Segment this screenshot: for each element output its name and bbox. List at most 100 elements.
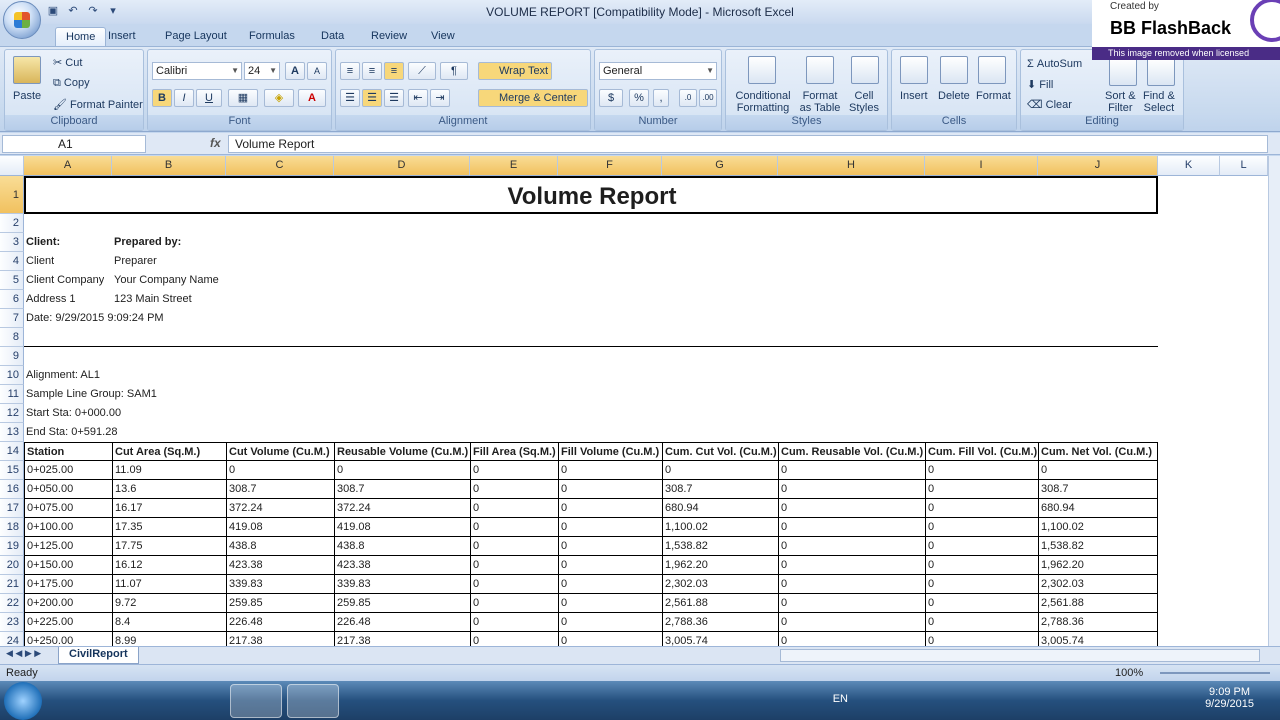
table-cell[interactable]: 0 (470, 480, 558, 499)
table-cell[interactable]: 226.48 (226, 613, 334, 632)
table-cell[interactable]: 680.94 (1038, 499, 1158, 518)
column-header-d[interactable]: D (334, 156, 470, 176)
row-header[interactable]: 23 (0, 613, 24, 632)
row-header[interactable]: 15 (0, 461, 24, 480)
paste-icon[interactable] (13, 56, 41, 84)
table-cell[interactable]: 0+050.00 (24, 480, 112, 499)
table-cell[interactable]: 2,561.88 (662, 594, 778, 613)
zoom-level[interactable]: 100% (1115, 667, 1143, 679)
table-cell[interactable]: 0 (558, 613, 662, 632)
name-box[interactable]: A1 (2, 135, 146, 153)
table-cell[interactable]: 259.85 (334, 594, 470, 613)
table-cell[interactable]: 372.24 (226, 499, 334, 518)
decrease-indent-icon[interactable]: ⇤ (408, 89, 428, 107)
row-header[interactable]: 5 (0, 271, 24, 290)
font-color-icon[interactable]: A (298, 89, 326, 107)
fill-color-icon[interactable]: ◈ (264, 89, 294, 107)
table-cell[interactable]: 11.09 (112, 461, 226, 480)
table-cell[interactable]: 0 (925, 594, 1038, 613)
alignment-value[interactable]: Alignment: AL1 (24, 366, 100, 385)
format-as-table-button[interactable]: Format as Table (796, 90, 844, 114)
sort-filter-icon[interactable] (1109, 58, 1137, 86)
table-cell[interactable]: 0 (558, 518, 662, 537)
table-cell[interactable]: 0 (778, 594, 925, 613)
table-cell[interactable]: 0 (558, 575, 662, 594)
table-cell[interactable]: 0 (662, 461, 778, 480)
zoom-slider[interactable] (1160, 672, 1270, 674)
decrease-decimal-icon[interactable]: .00 (699, 89, 717, 107)
table-cell[interactable]: 372.24 (334, 499, 470, 518)
table-cell[interactable]: 0 (925, 556, 1038, 575)
language-indicator[interactable]: EN (833, 693, 848, 705)
italic-icon[interactable]: I (174, 89, 194, 107)
table-cell[interactable]: 0 (470, 613, 558, 632)
table-cell[interactable]: 8.4 (112, 613, 226, 632)
fill-button[interactable]: ⬇ Fill (1027, 78, 1053, 91)
table-cell[interactable]: 3,005.74 (662, 632, 778, 646)
table-cell[interactable]: 11.07 (112, 575, 226, 594)
table-cell[interactable]: 438.8 (334, 537, 470, 556)
table-cell[interactable]: 0+025.00 (24, 461, 112, 480)
prepared-by-label[interactable]: Prepared by: (112, 233, 181, 252)
clock[interactable]: 9:09 PM 9/29/2015 (1205, 686, 1254, 710)
table-cell[interactable]: 339.83 (334, 575, 470, 594)
paste-button[interactable]: Paste (13, 90, 41, 102)
conditional-formatting-icon[interactable] (748, 56, 776, 84)
table-cell[interactable]: 308.7 (334, 480, 470, 499)
column-header-l[interactable]: L (1220, 156, 1268, 176)
clear-button[interactable]: ⌫ Clear (1027, 98, 1072, 111)
table-cell[interactable]: 0 (558, 594, 662, 613)
report-date[interactable]: Date: 9/29/2015 9:09:24 PM (24, 309, 164, 328)
cell-styles-icon[interactable] (851, 56, 879, 84)
row-header[interactable]: 24 (0, 632, 24, 646)
table-cell[interactable]: 0+100.00 (24, 518, 112, 537)
table-cell[interactable]: 1,962.20 (1038, 556, 1158, 575)
comma-button[interactable]: , (653, 89, 669, 107)
table-cell[interactable]: 0 (470, 499, 558, 518)
underline-icon[interactable]: U (196, 89, 222, 107)
column-header-e[interactable]: E (470, 156, 558, 176)
column-header-b[interactable]: B (112, 156, 226, 176)
table-cell[interactable]: 0 (558, 556, 662, 575)
table-cell[interactable]: 0 (925, 461, 1038, 480)
table-cell[interactable]: 680.94 (662, 499, 778, 518)
align-middle-icon[interactable]: ≡ (362, 62, 382, 80)
street-value[interactable]: 123 Main Street (112, 290, 192, 309)
table-cell[interactable]: 0 (470, 537, 558, 556)
table-cell[interactable]: 0 (470, 518, 558, 537)
table-cell[interactable]: 217.38 (226, 632, 334, 646)
table-cell[interactable]: 0+125.00 (24, 537, 112, 556)
table-cell[interactable]: 0 (470, 461, 558, 480)
table-cell[interactable]: 339.83 (226, 575, 334, 594)
row-header[interactable]: 6 (0, 290, 24, 309)
company-name-value[interactable]: Your Company Name (112, 271, 219, 290)
rtl-icon[interactable]: ¶ (440, 62, 468, 80)
table-cell[interactable]: 0 (925, 518, 1038, 537)
table-header-cell[interactable]: Cum. Reusable Vol. (Cu.M.) (778, 442, 925, 461)
table-cell[interactable]: 0+225.00 (24, 613, 112, 632)
firefox-icon[interactable] (170, 684, 222, 718)
table-cell[interactable]: 2,788.36 (662, 613, 778, 632)
table-cell[interactable]: 0+200.00 (24, 594, 112, 613)
row-header[interactable]: 3 (0, 233, 24, 252)
start-button[interactable] (4, 682, 42, 720)
formula-input[interactable]: Volume Report (228, 135, 1268, 153)
delete-cells-button[interactable]: Delete (938, 90, 970, 102)
table-cell[interactable]: 0 (778, 632, 925, 646)
table-header-cell[interactable]: Cum. Net Vol. (Cu.M.) (1038, 442, 1158, 461)
table-cell[interactable]: 0 (558, 632, 662, 646)
table-cell[interactable]: 0 (470, 575, 558, 594)
format-painter-button[interactable]: 🖌 Format Painter (53, 98, 143, 111)
table-cell[interactable]: 0 (558, 480, 662, 499)
horizontal-scrollbar[interactable] (780, 649, 1260, 662)
table-cell[interactable]: 0 (925, 632, 1038, 646)
table-header-cell[interactable]: Station (24, 442, 112, 461)
table-cell[interactable]: 1,962.20 (662, 556, 778, 575)
table-cell[interactable]: 1,100.02 (662, 518, 778, 537)
row-header[interactable]: 20 (0, 556, 24, 575)
number-format-select[interactable]: General ▼ (599, 62, 717, 80)
tab-insert[interactable]: Insert (98, 27, 146, 46)
tab-formulas[interactable]: Formulas (239, 27, 305, 46)
conditional-formatting-button[interactable]: Conditional Formatting (734, 90, 792, 114)
column-header-f[interactable]: F (558, 156, 662, 176)
